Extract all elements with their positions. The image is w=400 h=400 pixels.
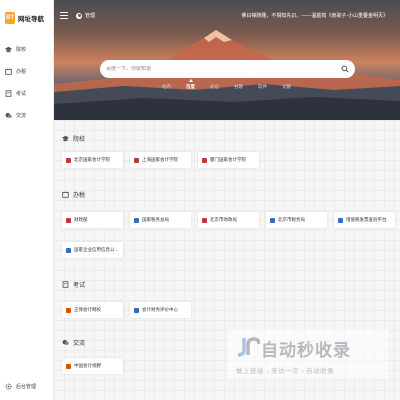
- site-logo[interactable]: BT 网址导航: [5, 12, 44, 24]
- admin-link[interactable]: 后台管理: [5, 383, 36, 390]
- sidebar-item-label: 院校: [16, 46, 27, 53]
- site-favicon-icon: [338, 217, 343, 223]
- book-icon: [62, 281, 69, 288]
- link-card[interactable]: 增值税发票查验平台: [334, 212, 395, 228]
- search-engine-tabs: 站内 百度 必应 谷歌 软件 文献: [162, 79, 306, 90]
- section-title: 办税: [62, 190, 85, 199]
- section-community: 交流: [62, 338, 85, 347]
- hero-banner: 管理 佛曰禅随踵，不相知先识。——温庭筠《南歌子·小山重叠金明灭》 站内 百度 …: [54, 0, 400, 120]
- tab-site[interactable]: 站内: [162, 84, 171, 90]
- calendar-icon: [62, 191, 69, 198]
- link-card[interactable]: 财政部: [62, 212, 123, 228]
- watermark-title: 自动秒收录: [261, 341, 351, 360]
- link-card-label: 上海国家会计学院: [142, 157, 178, 162]
- sidebar-nav: 院校 办税 考试 交流: [0, 38, 54, 126]
- link-card[interactable]: 国家税务总局: [130, 212, 191, 228]
- link-card-label: 中国会计视野: [74, 363, 101, 368]
- link-card[interactable]: 中国会计视野: [62, 358, 123, 374]
- site-favicon-icon: [270, 217, 275, 223]
- link-card-label: 增值税发票查验平台: [346, 217, 387, 222]
- site-favicon-icon: [66, 363, 71, 369]
- site-favicon-icon: [202, 157, 207, 163]
- link-card[interactable]: 正保会计网校: [62, 302, 123, 318]
- sidebar-item-exam[interactable]: 考试: [0, 82, 54, 104]
- sidebar-item-label: 交流: [16, 112, 27, 119]
- section-title-text: 交流: [73, 341, 86, 347]
- chat-icon: [62, 339, 69, 346]
- link-card[interactable]: 会计财务评价中心: [130, 302, 191, 318]
- link-card-label: 北京国家会计学院: [74, 157, 110, 162]
- site-favicon-icon: [66, 307, 71, 313]
- link-card-label: 正保会计网校: [74, 307, 101, 312]
- section-tax: 办税: [62, 190, 85, 199]
- sidebar-item-label: 考试: [16, 90, 27, 97]
- search-bar: [100, 60, 355, 78]
- calendar-icon: [5, 68, 12, 75]
- link-card[interactable]: 厦门国家会计学院: [198, 152, 259, 168]
- site-favicon-icon: [202, 217, 207, 223]
- logo-badge: BT: [5, 12, 15, 24]
- book-icon: [5, 89, 12, 97]
- section-title-text: 办税: [73, 193, 86, 199]
- menu-toggle-button[interactable]: [60, 12, 68, 19]
- logo-text: 网址导航: [18, 16, 44, 23]
- site-favicon-icon: [66, 217, 71, 223]
- tab-google[interactable]: 谷歌: [234, 84, 243, 90]
- sidebar-item-colleges[interactable]: 院校: [0, 38, 54, 60]
- link-card-label: 国家税务总局: [142, 217, 169, 222]
- section-title-text: 考试: [73, 283, 86, 289]
- site-favicon-icon: [66, 157, 71, 163]
- link-card[interactable]: 北京市财政局: [198, 212, 259, 228]
- link-card-label: 财政部: [74, 217, 88, 222]
- link-card[interactable]: 上海国家会计学院: [130, 152, 191, 168]
- graduation-cap-icon: [5, 46, 12, 53]
- section-title-text: 院校: [73, 137, 86, 143]
- link-card-label: 北京市税务局: [278, 217, 305, 222]
- link-card[interactable]: 北京国家会计学院: [62, 152, 123, 168]
- watermark-subtitle: 做上链接→来访一次→自动收录: [236, 368, 334, 375]
- link-card[interactable]: 国家企业信用信息公...: [62, 242, 123, 258]
- link-card-label: 厦门国家会计学院: [210, 157, 246, 162]
- link-card-label: 北京市财政局: [210, 217, 237, 222]
- skin-toggle[interactable]: 管理: [76, 12, 95, 19]
- header-quote: 佛曰禅随踵，不相知先识。——温庭筠《南歌子·小山重叠金明灭》: [241, 13, 388, 19]
- chat-icon: [5, 112, 12, 119]
- sidebar-item-label: 办税: [16, 68, 27, 75]
- section-title: 考试: [62, 280, 85, 289]
- site-favicon-icon: [134, 307, 139, 313]
- tab-baidu[interactable]: 百度: [186, 79, 195, 90]
- sidebar: BT 网址导航 院校 办税 考试 交流 后台管理: [0, 0, 54, 400]
- search-input[interactable]: [106, 66, 341, 72]
- section-title: 院校: [62, 134, 85, 143]
- tab-bing[interactable]: 必应: [210, 84, 219, 90]
- search-icon[interactable]: [341, 65, 349, 73]
- skin-label: 管理: [85, 13, 96, 19]
- link-card-label: 国家企业信用信息公...: [74, 247, 119, 252]
- tab-software[interactable]: 软件: [258, 84, 267, 90]
- tab-literature[interactable]: 文献: [282, 84, 291, 90]
- gear-icon: [5, 383, 12, 390]
- admin-link-label: 后台管理: [16, 384, 37, 390]
- graduation-cap-icon: [62, 135, 69, 142]
- site-favicon-icon: [134, 157, 139, 163]
- section-exam: 考试: [62, 280, 85, 289]
- watermark-logo-icon: [237, 337, 260, 357]
- site-favicon-icon: [66, 247, 71, 253]
- link-card[interactable]: 北京市税务局: [266, 212, 327, 228]
- section-colleges: 院校: [62, 134, 85, 143]
- watermark: 自动秒收录 做上链接→来访一次→自动收录: [228, 330, 388, 378]
- link-card-label: 会计财务评价中心: [142, 307, 178, 312]
- sidebar-item-community[interactable]: 交流: [0, 104, 54, 126]
- theme-icon: [76, 12, 82, 19]
- sidebar-item-tax[interactable]: 办税: [0, 60, 54, 82]
- section-title: 交流: [62, 338, 85, 347]
- site-favicon-icon: [134, 217, 139, 223]
